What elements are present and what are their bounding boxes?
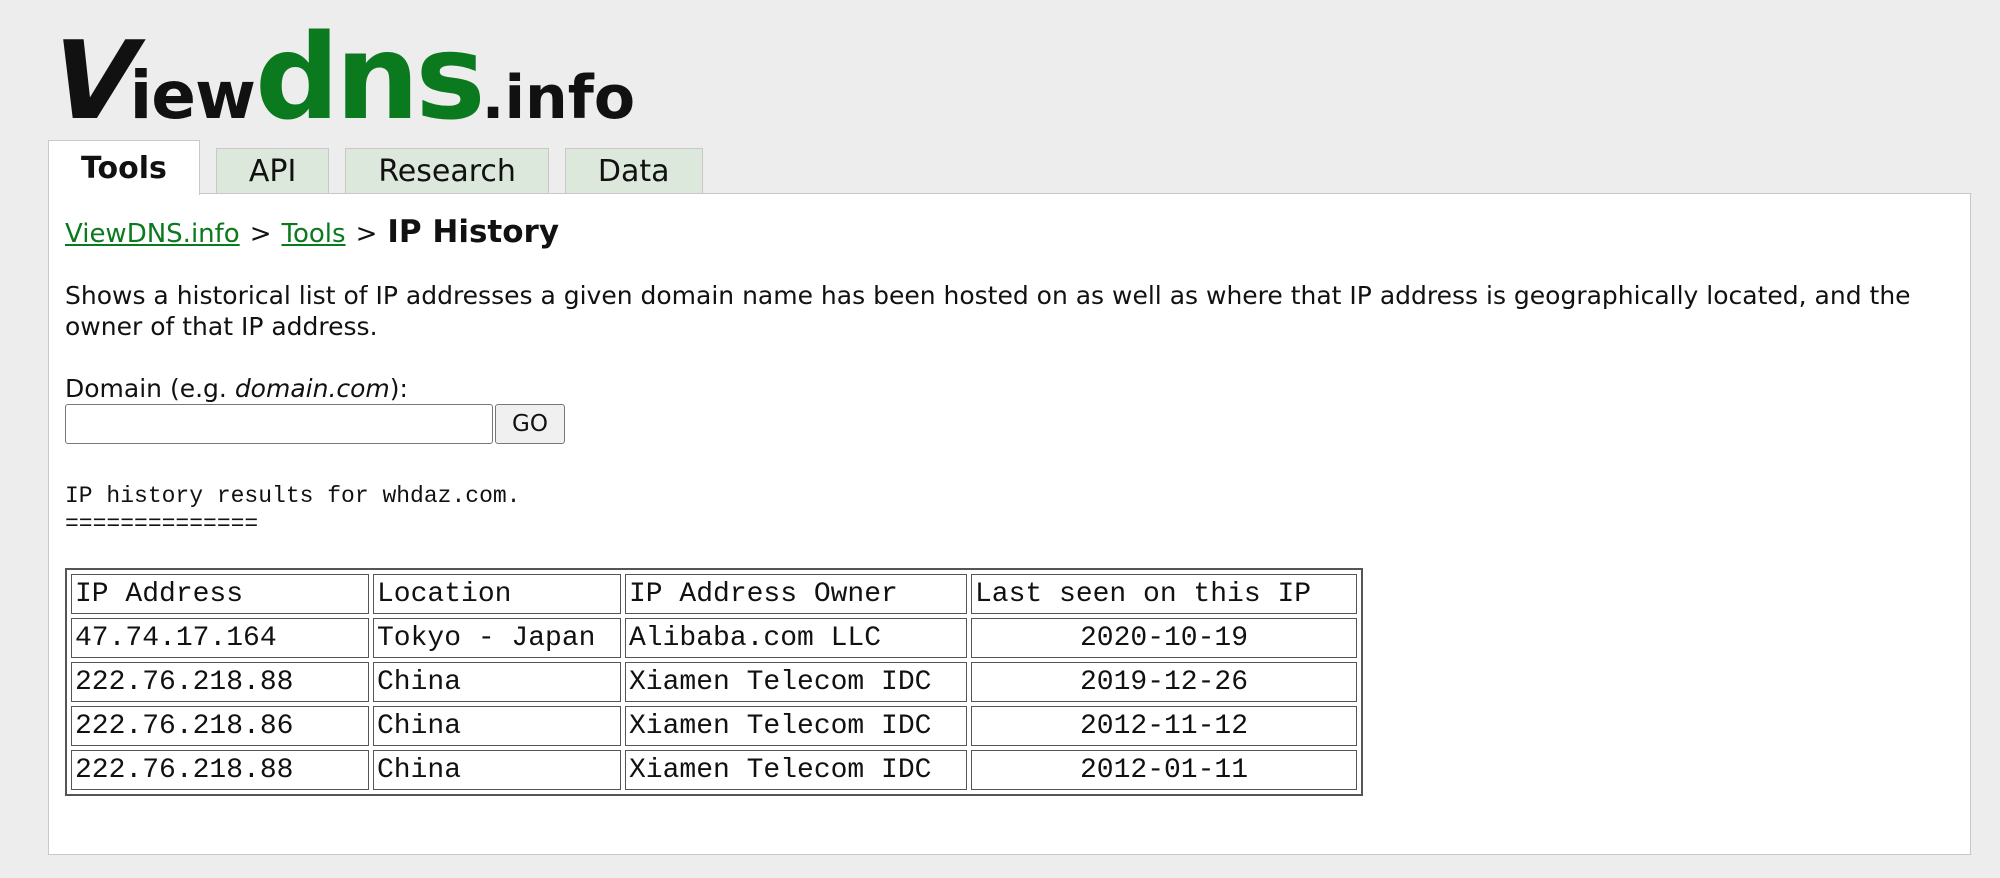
logo-text-iew: iew [129, 57, 256, 134]
domain-label-prefix: Domain (e.g. [65, 374, 235, 403]
go-button[interactable]: GO [495, 404, 565, 444]
table-row: 222.76.218.88 China Xiamen Telecom IDC 2… [71, 662, 1357, 702]
results-underline: ============== [65, 511, 259, 537]
table-row: 222.76.218.86 China Xiamen Telecom IDC 2… [71, 706, 1357, 746]
content-panel: ViewDNS.info > Tools > IP History Shows a hi… [48, 193, 1971, 855]
cell-last-seen: 2012-01-11 [971, 750, 1357, 790]
cell-ip-address: 47.74.17.164 [71, 618, 369, 658]
domain-input[interactable] [65, 404, 493, 444]
domain-field-label: Domain (e.g. domain.com): [65, 374, 408, 403]
domain-label-example: domain.com [234, 374, 390, 403]
breadcrumb-separator: > [355, 219, 378, 249]
tab-tools[interactable]: Tools [48, 140, 200, 195]
logo-letter-v: V [36, 19, 146, 144]
column-header-ip-address: IP Address [71, 574, 369, 614]
ip-history-table: IP Address Location IP Address Owner Las… [65, 568, 1363, 796]
breadcrumb-tools-link[interactable]: Tools [282, 219, 346, 249]
site-logo[interactable]: Viewdns.info [37, 18, 636, 144]
cell-ip-owner: Xiamen Telecom IDC [625, 750, 967, 790]
domain-label-suffix: ): [389, 374, 408, 403]
tab-api[interactable]: API [215, 148, 330, 194]
logo-text-tld: .info [481, 63, 636, 133]
cell-location: China [373, 750, 621, 790]
cell-last-seen: 2019-12-26 [971, 662, 1357, 702]
results-header: IP history results for whdaz.com. =======… [65, 482, 520, 538]
table-row: 222.76.218.88 China Xiamen Telecom IDC 2… [71, 750, 1357, 790]
cell-ip-address: 222.76.218.88 [71, 662, 369, 702]
cell-last-seen: 2012-11-12 [971, 706, 1357, 746]
cell-location: Tokyo - Japan [373, 618, 621, 658]
tab-research[interactable]: Research [345, 148, 549, 194]
main-tabs: Tools API Research Data [48, 140, 719, 195]
breadcrumb-separator: > [249, 219, 272, 249]
column-header-location: Location [373, 574, 621, 614]
logo-text-dns: dns [254, 8, 486, 146]
breadcrumb-home-link[interactable]: ViewDNS.info [65, 219, 240, 249]
cell-location: China [373, 662, 621, 702]
column-header-ip-owner: IP Address Owner [625, 574, 967, 614]
cell-ip-address: 222.76.218.86 [71, 706, 369, 746]
breadcrumb: ViewDNS.info > Tools > IP History [65, 214, 559, 250]
cell-location: China [373, 706, 621, 746]
table-row: 47.74.17.164 Tokyo - Japan Alibaba.com L… [71, 618, 1357, 658]
page-title: IP History [387, 214, 560, 250]
cell-ip-owner: Xiamen Telecom IDC [625, 706, 967, 746]
cell-ip-owner: Xiamen Telecom IDC [625, 662, 967, 702]
results-heading: IP history results for whdaz.com. [65, 483, 521, 509]
cell-last-seen: 2020-10-19 [971, 618, 1357, 658]
cell-ip-owner: Alibaba.com LLC [625, 618, 967, 658]
column-header-last-seen: Last seen on this IP [971, 574, 1357, 614]
cell-ip-address: 222.76.218.88 [71, 750, 369, 790]
table-header-row: IP Address Location IP Address Owner Las… [71, 574, 1357, 614]
tool-description: Shows a historical list of IP addresses … [65, 281, 1911, 341]
tab-data[interactable]: Data [564, 148, 703, 194]
